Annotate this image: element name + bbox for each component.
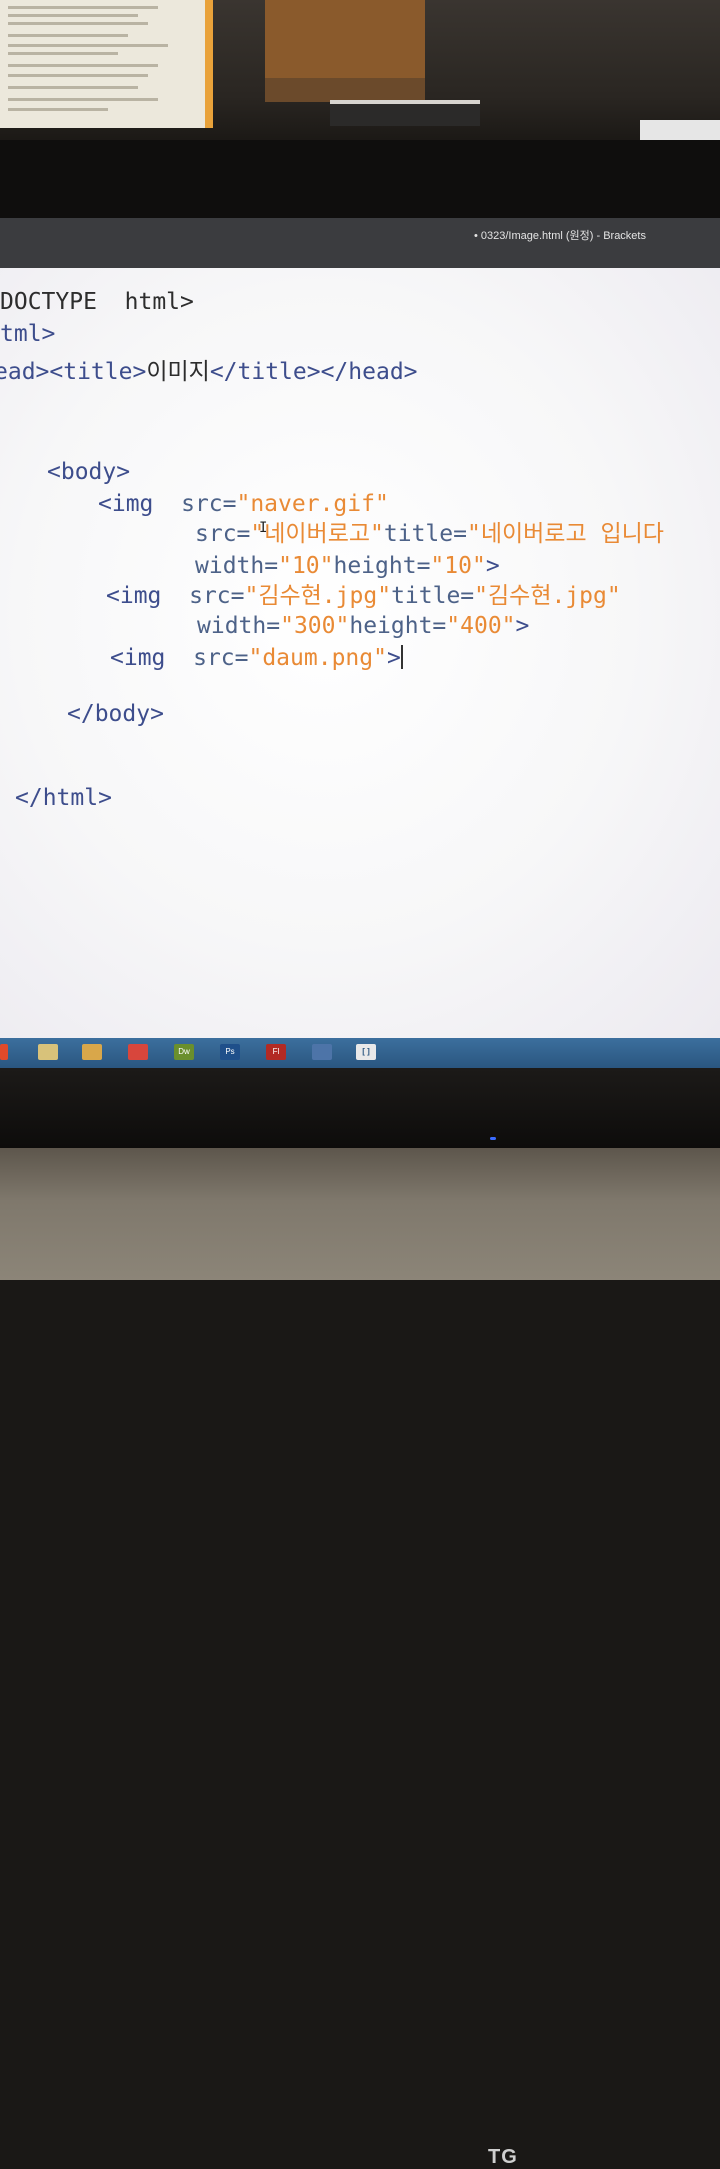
code-token: "김수현.jpg"	[244, 583, 392, 609]
windows-taskbar: Dw Ps Fl [ ]	[0, 1038, 720, 1068]
code-token: src=	[195, 521, 251, 547]
code-token: "10"	[278, 553, 334, 579]
code-token: width=	[197, 613, 281, 639]
code-line[interactable]: ead><title>이미지</title></head>	[0, 358, 418, 386]
caret	[400, 645, 403, 669]
code-token: "daum.png"	[248, 645, 387, 671]
code-token: "네이버로고 입니다	[466, 521, 664, 547]
code-editor[interactable]: I DOCTYPE html> tml> ead><title>이미지</title…	[0, 268, 720, 1038]
code-token: src=	[193, 645, 249, 671]
code-token: src=	[189, 583, 245, 609]
code-token: </html>	[15, 785, 112, 811]
code-line[interactable]: src="네이버로고"title="네이버로고 입니다	[195, 520, 664, 548]
code-token: ead><title>	[0, 359, 147, 385]
code-line[interactable]: </html>	[15, 784, 112, 812]
photoshop-icon[interactable]: Ps	[220, 1044, 240, 1060]
code-token: "김수현.jpg"	[474, 583, 621, 609]
code-token: </body>	[67, 701, 164, 727]
code-token: width=	[195, 553, 279, 579]
code-line[interactable]: </body>	[67, 700, 164, 728]
code-line[interactable]: <img src="김수현.jpg"title="김수현.jpg"	[106, 582, 621, 610]
code-token: DOCTYPE html>	[0, 289, 194, 315]
code-token: "10"	[430, 553, 486, 579]
window-title: • 0323/Image.html (원정) - Brackets	[473, 230, 646, 242]
power-led	[490, 1137, 496, 1140]
code-token: <img	[98, 491, 154, 517]
folder-icon[interactable]	[82, 1044, 102, 1060]
brackets-icon[interactable]: [ ]	[356, 1044, 376, 1060]
code-token: >	[515, 613, 530, 639]
explorer-icon[interactable]	[38, 1044, 58, 1060]
code-token: <img	[106, 583, 162, 609]
desk-surface	[0, 1148, 720, 1280]
background-monitor	[330, 100, 480, 126]
code-token: height=	[333, 553, 431, 579]
code-token: <body>	[47, 459, 131, 485]
code-token: "네이버로고"	[250, 521, 384, 547]
code-line[interactable]: DOCTYPE html>	[0, 288, 194, 316]
dreamweaver-icon[interactable]: Dw	[174, 1044, 194, 1060]
code-token: 이미지	[146, 359, 210, 385]
browser-icon[interactable]	[128, 1044, 148, 1060]
code-line[interactable]: width="10"height="10">	[195, 552, 500, 580]
code-token: src=	[181, 491, 237, 517]
code-token: "naver.gif"	[236, 491, 389, 517]
flash-icon[interactable]: Fl	[266, 1044, 286, 1060]
code-token: <img	[110, 645, 166, 671]
wall-poster	[0, 0, 213, 128]
code-token: >	[485, 553, 500, 579]
code-line[interactable]: tml>	[0, 320, 55, 348]
code-token: "400"	[446, 613, 516, 639]
brackets-title-bar[interactable]: • 0323/Image.html (원정) - Brackets	[0, 218, 720, 268]
link-icon[interactable]	[312, 1044, 332, 1060]
start-button-icon[interactable]	[0, 1044, 8, 1060]
code-token: tml>	[0, 321, 56, 347]
code-line[interactable]: width="300"height="400">	[197, 612, 529, 640]
code-token: title=	[383, 521, 467, 547]
code-line[interactable]: <body>	[47, 458, 130, 486]
code-token: height=	[349, 613, 447, 639]
code-token: title=	[391, 583, 475, 609]
code-token: </title></head>	[209, 359, 418, 385]
code-token: "300"	[280, 613, 350, 639]
monitor-top-bezel	[0, 140, 720, 220]
code-line[interactable]: <img src="daum.png">	[110, 644, 403, 672]
code-token: >	[386, 645, 401, 671]
background-room	[0, 0, 720, 160]
code-line[interactable]: <img src="naver.gif"	[98, 490, 389, 518]
monitor-brand-logo: TG	[488, 2146, 518, 2168]
cabinet-shelf	[265, 78, 425, 102]
monitor-bottom-bezel: TG	[0, 1068, 720, 2168]
